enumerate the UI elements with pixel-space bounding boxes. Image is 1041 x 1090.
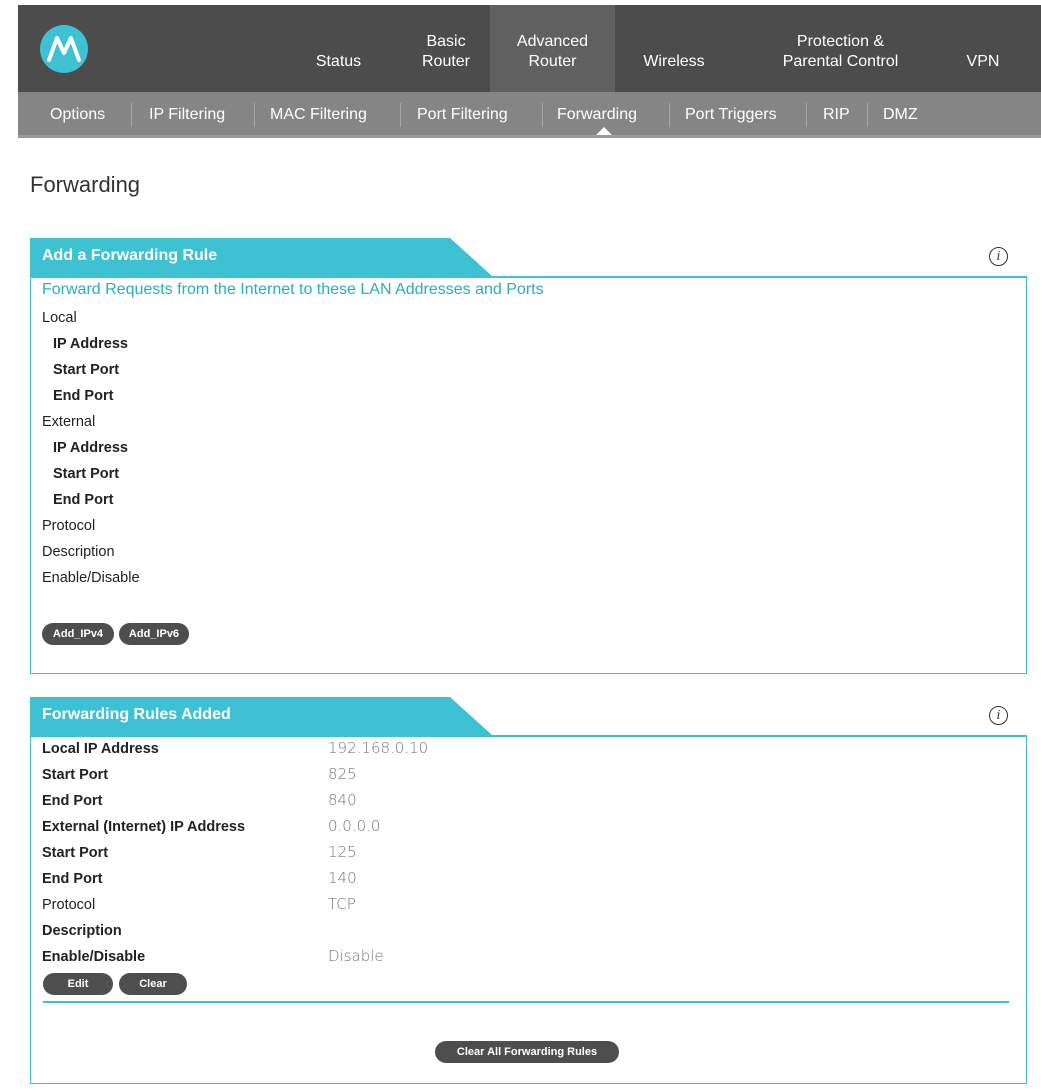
rule-row: Enable/Disable Disable xyxy=(42,947,642,973)
rule-protocol-label: Protocol xyxy=(42,897,96,913)
rule-protocol-value: TCP xyxy=(328,895,356,913)
enable-disable-label: Enable/Disable xyxy=(42,570,140,586)
divider xyxy=(43,1001,1009,1003)
subnav-options[interactable]: Options xyxy=(50,92,105,135)
nav-advanced-router[interactable]: Advanced Router xyxy=(490,5,615,92)
rule-row: Start Port 825 xyxy=(42,765,642,791)
nav-vpn[interactable]: VPN xyxy=(948,5,1018,92)
rule-row: Protocol TCP xyxy=(42,895,642,921)
nav-status[interactable]: Status xyxy=(297,5,380,92)
rule-row: External (Internet) IP Address 0.0.0.0 xyxy=(42,817,642,843)
add-rule-panel: Forward Requests from the Internet to th… xyxy=(30,276,1027,674)
subnav-mac-filtering[interactable]: MAC Filtering xyxy=(270,92,367,135)
rule-local-ip-value: 192.168.0.10 xyxy=(328,739,429,757)
rule-row: Local IP Address 192.168.0.10 xyxy=(42,739,642,765)
rule-external-ip-value: 0.0.0.0 xyxy=(328,817,381,835)
add-ipv4-button[interactable]: Add_IPv4 xyxy=(42,623,114,645)
rule-row: Start Port 125 xyxy=(42,843,642,869)
subnav-separator xyxy=(867,103,868,127)
info-icon[interactable]: i xyxy=(989,706,1008,725)
subnav-separator xyxy=(806,103,807,127)
rule-start-port-value: 825 xyxy=(328,765,357,783)
subnav-separator xyxy=(542,103,543,127)
add-ipv6-button[interactable]: Add_IPv6 xyxy=(119,623,189,645)
page-title: Forwarding xyxy=(30,172,141,197)
rule-end-port-label: End Port xyxy=(42,793,103,809)
rules-panel: Local IP Address 192.168.0.10 Start Port… xyxy=(30,735,1027,1084)
local-end-port-label: End Port xyxy=(53,388,114,404)
rule-start-port-label: Start Port xyxy=(42,767,109,783)
sub-nav: Options IP Filtering MAC Filtering Port … xyxy=(18,92,1041,138)
local-ip-address-label: IP Address xyxy=(53,336,128,352)
subnav-separator xyxy=(400,103,401,127)
external-ip-address-label: IP Address xyxy=(53,440,128,456)
rule-local-ip-label: Local IP Address xyxy=(42,741,159,757)
rule-enable-disable-label: Enable/Disable xyxy=(42,949,146,965)
rule-row: Description xyxy=(42,921,642,947)
subnav-separator xyxy=(254,103,255,127)
nav-protection-parental-control[interactable]: Protection & Parental Control xyxy=(753,5,928,92)
local-start-port-label: Start Port xyxy=(53,362,120,378)
rules-panel-title: Forwarding Rules Added xyxy=(42,706,231,723)
rule-ext-end-port-value: 140 xyxy=(328,869,357,887)
nav-basic-router[interactable]: Basic Router xyxy=(400,5,492,92)
rule-enable-disable-value: Disable xyxy=(328,947,384,965)
subnav-port-triggers[interactable]: Port Triggers xyxy=(685,92,777,135)
external-label: External xyxy=(42,414,96,430)
nav-wireless[interactable]: Wireless xyxy=(624,5,724,92)
rule-ext-start-port-label: Start Port xyxy=(42,845,109,861)
rule-row: End Port 140 xyxy=(42,869,642,895)
active-tab-caret xyxy=(596,127,612,135)
forward-requests-heading: Forward Requests from the Internet to th… xyxy=(42,281,544,298)
local-label: Local xyxy=(42,310,77,326)
rule-description-label: Description xyxy=(42,923,122,939)
clear-button[interactable]: Clear xyxy=(119,973,187,995)
edit-button[interactable]: Edit xyxy=(43,973,113,995)
rule-ext-end-port-label: End Port xyxy=(42,871,103,887)
subnav-rip[interactable]: RIP xyxy=(823,92,850,135)
description-label: Description xyxy=(42,544,115,560)
external-end-port-label: End Port xyxy=(53,492,114,508)
info-icon[interactable]: i xyxy=(989,247,1008,266)
protocol-label: Protocol xyxy=(42,518,96,534)
external-start-port-label: Start Port xyxy=(53,466,120,482)
subnav-port-filtering[interactable]: Port Filtering xyxy=(417,92,508,135)
subnav-dmz[interactable]: DMZ xyxy=(883,92,918,135)
rule-end-port-value: 840 xyxy=(328,791,357,809)
rule-ext-start-port-value: 125 xyxy=(328,843,357,861)
subnav-ip-filtering[interactable]: IP Filtering xyxy=(149,92,225,135)
rule-external-ip-label: External (Internet) IP Address xyxy=(42,819,246,835)
subnav-separator xyxy=(131,103,132,127)
rule-row: End Port 840 xyxy=(42,791,642,817)
clear-all-forwarding-rules-button[interactable]: Clear All Forwarding Rules xyxy=(435,1041,619,1063)
top-nav: Status Basic Router Advanced Router Wire… xyxy=(18,5,1041,92)
subnav-separator xyxy=(669,103,670,127)
motorola-logo-icon[interactable] xyxy=(40,25,88,73)
add-rule-panel-title: Add a Forwarding Rule xyxy=(42,247,218,264)
